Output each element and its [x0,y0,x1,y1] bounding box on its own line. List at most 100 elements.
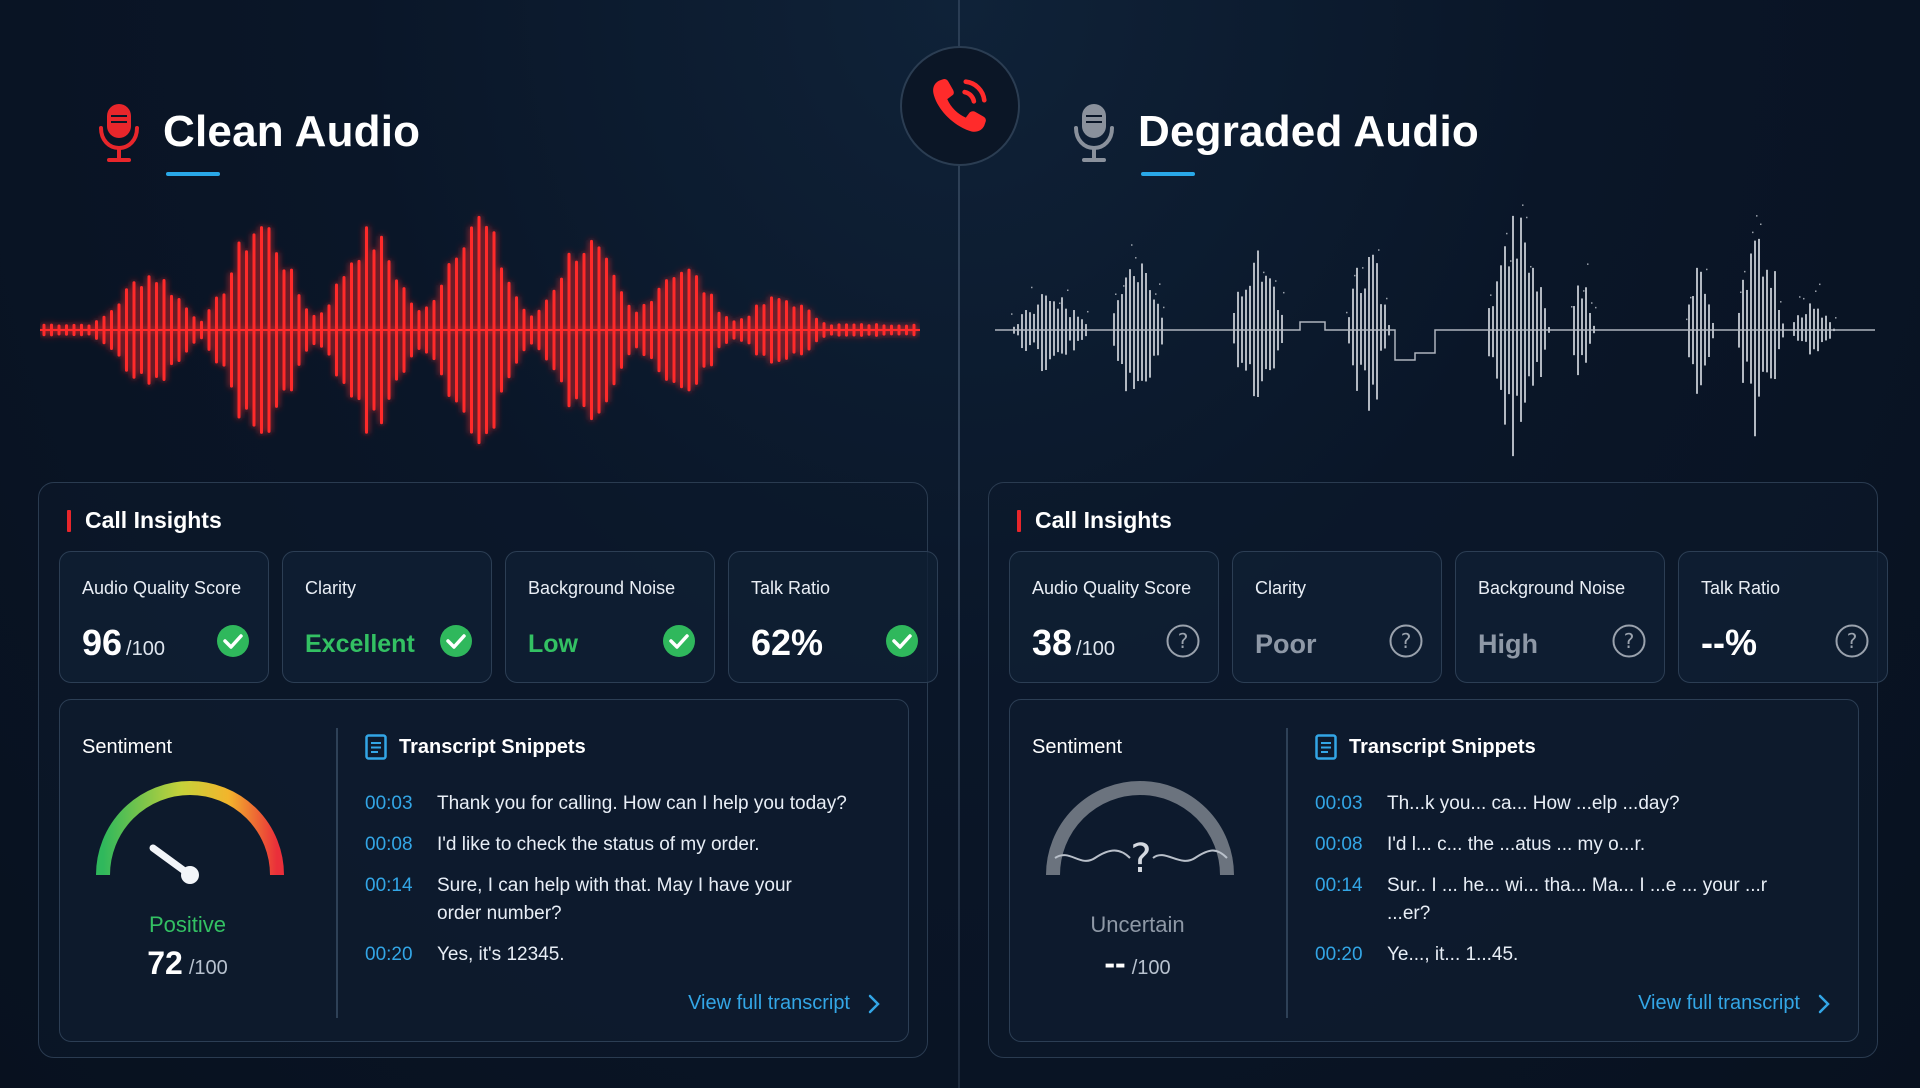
transcript-text: Ye..., it... 1...45. [1387,944,1519,965]
metric-background-noise: Background Noise Low [505,551,715,683]
metric-label: Background Noise [528,578,676,598]
microphone-icon [1074,104,1114,162]
svg-text:?: ? [1178,629,1189,653]
sentiment-suffix: /100 [1131,957,1171,979]
transcript-row: 00:03 Th...k you... ca... How ...elp ...d… [1315,790,1845,818]
metric-label: Talk Ratio [751,578,831,598]
transcript-title: Transcript Snippets [399,735,586,758]
timestamp: 00:03 [365,793,413,814]
timestamp: 00:14 [365,875,413,896]
metric-value: 96/100 [82,622,165,664]
transcript-list: 00:03 Th...k you... ca... How ...elp ...d… [1315,790,1845,982]
sentiment-gauge [96,781,284,884]
metric-suffix: /100 [1076,638,1115,660]
view-full-transcript-link[interactable]: View full transcript [1638,992,1830,1015]
degraded-waveform [995,204,1875,457]
metric-label: Audio Quality Score [82,578,242,598]
question-circle-icon: ? [1612,624,1646,658]
metric-label: Clarity [305,578,357,598]
link-label: View full transcript [688,992,850,1014]
svg-text:?: ? [1624,629,1635,653]
call-insights-card: Call Insights Audio Quality Score 38/100… [988,482,1888,1058]
clean-waveform [40,215,920,445]
metric-label: Clarity [1255,578,1307,598]
call-insights-card: Call Insights Audio Quality Score 96/100… [38,482,938,1058]
metric-value: 62% [751,622,824,663]
sentiment-word: Positive [148,912,227,937]
document-icon [365,734,387,760]
transcript-text: I'd l... c... the ...atus ... my o...r. [1387,834,1646,855]
question-circle-icon: ? [1389,624,1423,658]
timestamp: 00:20 [1315,944,1363,965]
sentiment-number: -- [1104,945,1126,981]
transcript-text: Thank you for calling. How can I help yo… [437,793,847,814]
metric-value: High [1478,629,1538,659]
metric-value: Excellent [305,630,415,658]
check-circle-icon [886,625,918,657]
sentiment-label: Sentiment [1032,736,1123,758]
link-label: View full transcript [1638,992,1800,1014]
degraded-audio-panel: Degraded Audio Call Insights Audio Quali… [950,0,1910,1088]
sentiment-transcript-card: Sentiment Positive 72/100 Transcript Sni… [59,699,909,1042]
transcript-header: Transcript Snippets [1315,734,1536,760]
waveform-bars [995,204,1875,457]
question-circle-icon: ? [1166,624,1200,658]
transcript-row: 00:08 I'd like to check the status of my … [365,831,895,859]
metric-value: --% [1701,622,1757,663]
transcript-title: Transcript Snippets [1349,735,1536,758]
wavy-line [1054,849,1131,862]
sentiment-label: Sentiment [82,736,173,758]
transcript-row: 00:20 Yes, it's 12345. [365,941,895,969]
title-underline [166,172,220,176]
panel-title: Degraded Audio [1138,107,1479,156]
transcript-row: 00:14 Sure, I can help with that. May I h… [365,872,895,928]
clean-audio-header: Clean Audio [95,100,421,176]
metric-value: Poor [1255,629,1317,659]
section-divider [1286,728,1288,1018]
transcript-text: Th...k you... ca... How ...elp ...day? [1387,793,1680,814]
panel-title: Clean Audio [163,107,421,156]
clean-audio-panel: Clean Audio Call Insights Audio Quality … [0,0,960,1088]
transcript-row: 00:14 Sur.. I ... he... wi... tha... Ma..… [1315,872,1845,928]
document-icon [1315,734,1337,760]
transcript-list: 00:03 Thank you for calling. How can I he… [365,790,895,982]
sentiment-number: 72 [147,945,183,981]
sentiment-gauge: ? [1046,781,1234,882]
transcript-header: Transcript Snippets [365,734,586,760]
metric-label: Background Noise [1478,578,1626,598]
sentiment-word: Uncertain [1090,912,1185,937]
gauge-hub [181,866,199,884]
timestamp: 00:08 [1315,834,1363,855]
title-underline [1141,172,1195,176]
insights-title: Call Insights [85,507,222,533]
transcript-text: Sur.. I ... he... wi... tha... Ma... I .… [1387,875,1768,924]
sentiment-suffix: /100 [188,957,228,979]
transcript-text: Sure, I can help with that. May I have y… [437,875,792,924]
metric-value: 38/100 [1032,622,1115,664]
insights-header: Call Insights [1017,507,1172,534]
metric-number: 38 [1032,622,1073,663]
transcript-text: Yes, it's 12345. [437,944,565,965]
accent-bar [1017,509,1021,532]
metric-suffix: /100 [126,638,165,660]
chevron-right-icon [868,994,880,1013]
view-full-transcript-link[interactable]: View full transcript [688,992,880,1015]
metric-label: Audio Quality Score [1032,578,1192,598]
metrics-row: Audio Quality Score 38/100 ? Clarity Poo… [1009,551,1888,683]
metrics-row: Audio Quality Score 96/100 Clarity Excel… [59,551,938,683]
svg-text:?: ? [1401,629,1412,653]
transcript-row: 00:20 Ye..., it... 1...45. [1315,941,1845,969]
transcript-row: 00:08 I'd l... c... the ...atus ... my o.… [1315,831,1845,859]
degraded-audio-header: Degraded Audio [1070,100,1479,176]
check-circle-icon [663,625,695,657]
sentiment-transcript-card: Sentiment ? Uncertain --/100 Transcript … [1009,699,1859,1042]
metric-background-noise: Background Noise High ? [1455,551,1665,683]
waveform-bars [40,215,920,445]
insights-title: Call Insights [1035,507,1172,533]
svg-text:?: ? [1847,629,1858,653]
transcript-row: 00:03 Thank you for calling. How can I he… [365,790,895,818]
question-mark-icon: ? [1130,836,1151,882]
section-divider [336,728,338,1018]
metric-audio-quality: Audio Quality Score 38/100 ? [1009,551,1219,683]
metric-clarity: Clarity Excellent [282,551,492,683]
